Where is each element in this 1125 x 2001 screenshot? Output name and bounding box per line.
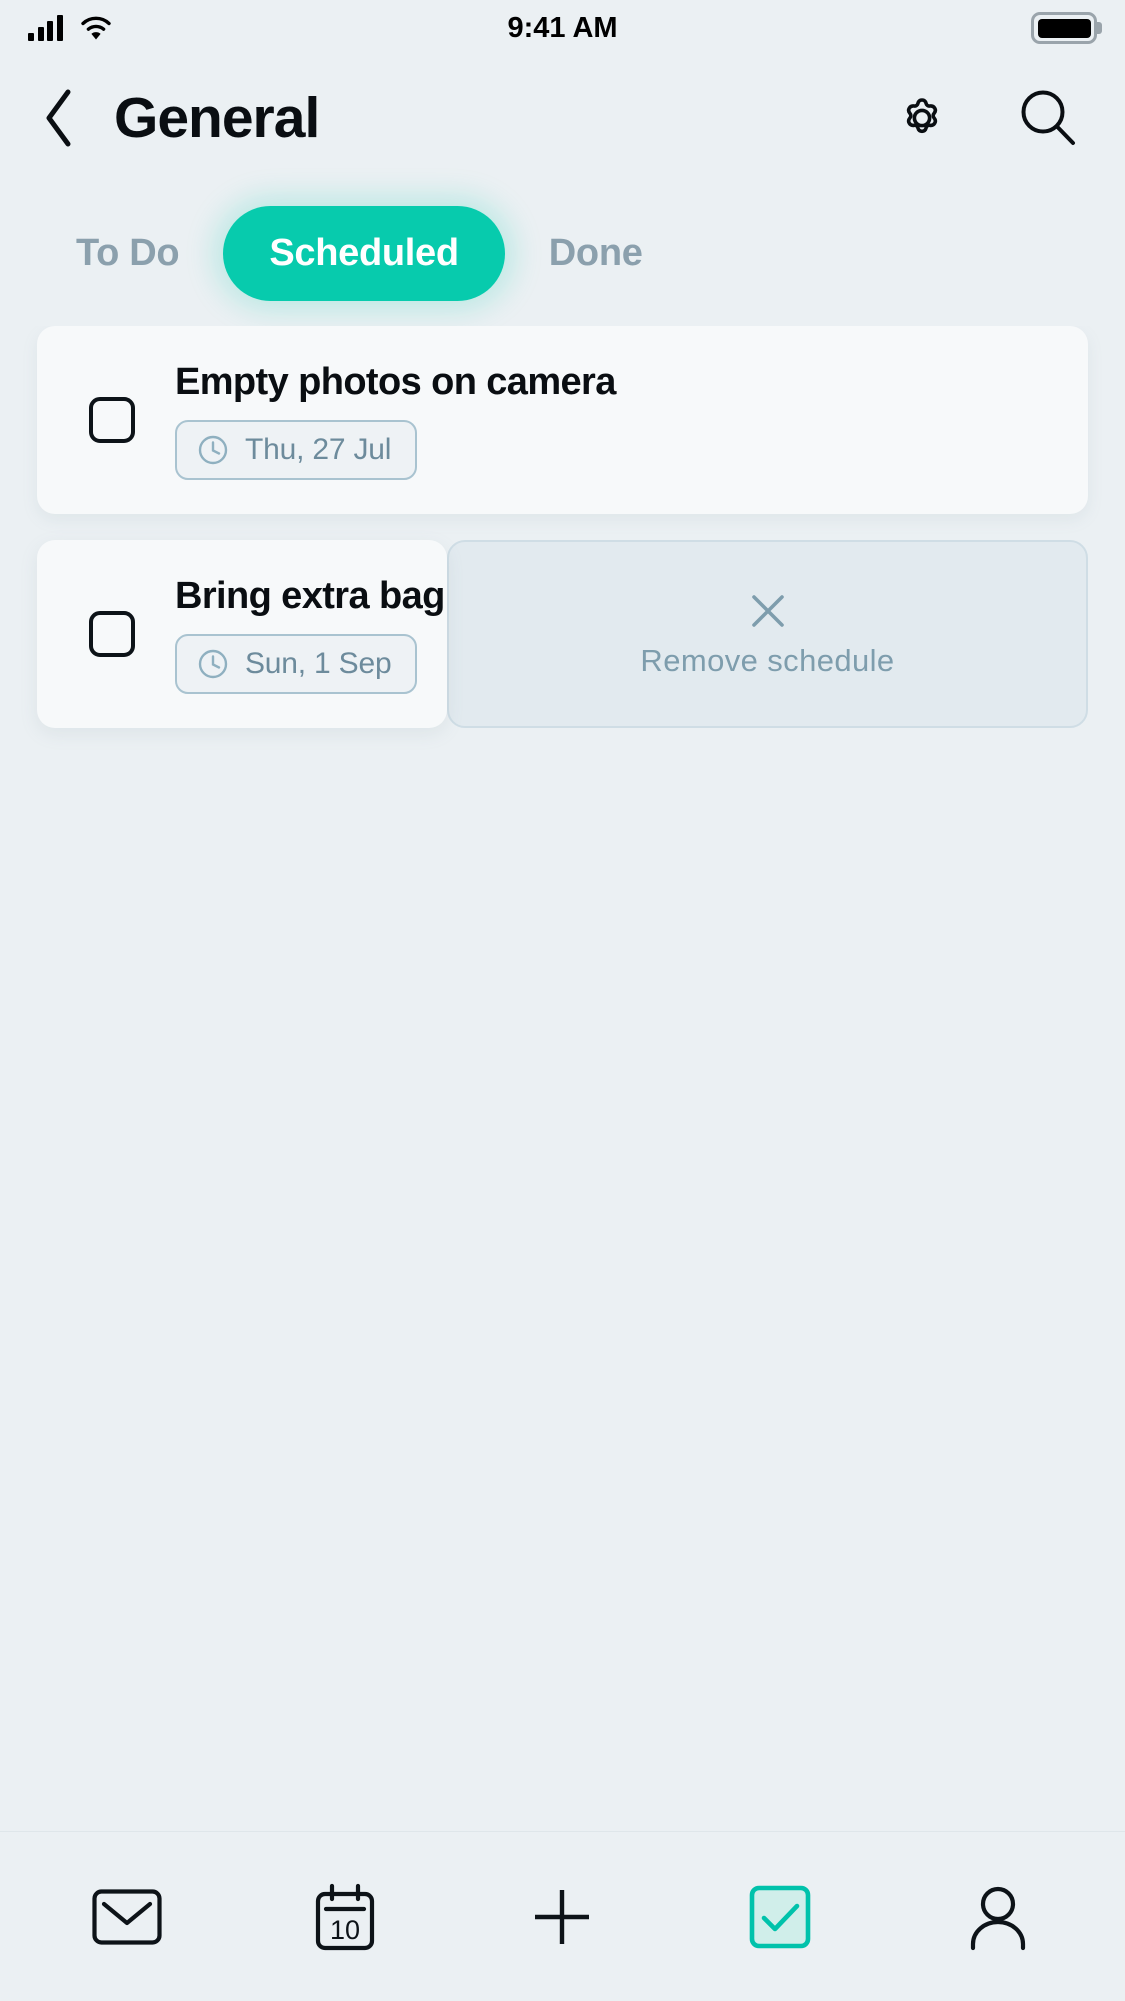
header-actions [889, 85, 1095, 151]
remove-schedule-button[interactable]: Remove schedule [447, 540, 1088, 728]
task-date-label: Sun, 1 Sep [245, 646, 392, 680]
task-content: Empty photos on camera Thu, 27 Jul [37, 326, 1088, 514]
task-list: Empty photos on camera Thu, 27 Jul Remov… [0, 326, 1125, 1831]
unchecked-box-icon[interactable] [89, 397, 135, 443]
chevron-left-icon [46, 89, 71, 147]
page-title: General [114, 86, 320, 150]
settings-button[interactable] [889, 85, 955, 151]
task-date-chip[interactable]: Thu, 27 Jul [175, 419, 418, 480]
status-bar-clock: 9:41 AM [507, 11, 618, 44]
page-header: General [0, 56, 1125, 180]
app-screen: 9:41 AM General To Do Scheduled Done Emp… [0, 0, 1125, 2001]
task-row[interactable]: Empty photos on camera Thu, 27 Jul [37, 326, 1088, 514]
nav-inbox[interactable] [18, 1832, 236, 2001]
clock-icon [198, 649, 228, 678]
task-card-front[interactable]: Bring extra bag Sun, 1 Sep [37, 540, 447, 728]
task-date-label: Thu, 27 Jul [245, 432, 392, 466]
remove-schedule-label: Remove schedule [640, 643, 895, 678]
battery-full-icon [1031, 12, 1097, 44]
task-title: Bring extra bag [175, 574, 445, 617]
person-icon [963, 1882, 1033, 1952]
search-icon [1021, 90, 1075, 145]
gear-icon [906, 98, 938, 134]
nav-tasks[interactable] [671, 1832, 889, 2001]
clock-icon [198, 435, 228, 464]
back-button[interactable] [28, 86, 92, 150]
plus-icon [528, 1883, 596, 1951]
checked-box-icon [749, 1884, 811, 1950]
tab-done[interactable]: Done [547, 228, 645, 279]
task-content: Bring extra bag Sun, 1 Sep [37, 540, 447, 728]
bottom-navigation: 10 [0, 1831, 1125, 2001]
task-row-swiped[interactable]: Remove schedule Bring extra bag Sun, 1 S… [37, 540, 1088, 728]
nav-calendar[interactable]: 10 [236, 1832, 454, 2001]
close-x-icon [751, 595, 784, 627]
tab-to-do[interactable]: To Do [74, 228, 181, 279]
task-title: Empty photos on camera [175, 360, 616, 403]
status-bar-right [1031, 12, 1097, 44]
task-details: Bring extra bag Sun, 1 Sep [175, 575, 445, 694]
nav-add[interactable] [454, 1832, 672, 2001]
tab-scheduled[interactable]: Scheduled [223, 205, 505, 301]
search-button[interactable] [1015, 85, 1081, 151]
nav-profile[interactable] [889, 1832, 1107, 2001]
envelope-icon [92, 1888, 162, 1945]
calendar-10-icon: 10 [313, 1882, 377, 1952]
task-details: Empty photos on camera Thu, 27 Jul [175, 361, 616, 480]
status-bar: 9:41 AM [0, 0, 1125, 56]
filter-tabs: To Do Scheduled Done [0, 180, 1125, 326]
svg-text:10: 10 [330, 1915, 360, 1945]
task-date-chip[interactable]: Sun, 1 Sep [175, 633, 418, 694]
unchecked-box-icon[interactable] [89, 611, 135, 657]
